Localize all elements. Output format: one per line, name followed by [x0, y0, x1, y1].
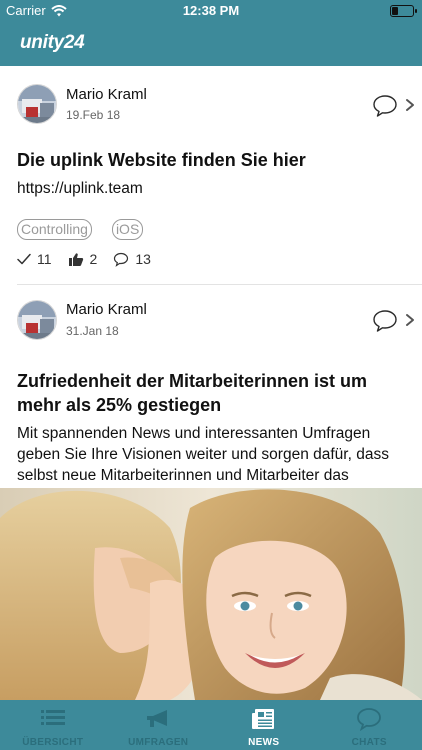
avatar: [17, 84, 57, 124]
status-time: 12:38 PM: [182, 3, 240, 18]
chat-bubble-icon: [357, 708, 382, 731]
post-header: Mario Kraml 19.Feb 18: [0, 66, 422, 140]
post-date: 31.Jan 18: [66, 324, 119, 338]
post-image[interactable]: [0, 488, 422, 700]
tab-label: UMFRAGEN: [128, 737, 189, 748]
news-feed[interactable]: Mario Kraml 19.Feb 18 Die uplink Website…: [0, 66, 422, 700]
tab-uebersicht[interactable]: ÜBERSICHT: [0, 700, 106, 750]
like-count[interactable]: 2: [68, 251, 98, 267]
tag-list: Controlling iOS: [17, 219, 405, 240]
comment-bubble-icon[interactable]: [372, 94, 398, 118]
post-title[interactable]: Die uplink Website finden Sie hier: [17, 148, 405, 172]
read-count: 11: [17, 251, 52, 267]
tab-label: NEWS: [248, 737, 280, 748]
tab-chats[interactable]: CHATS: [317, 700, 422, 750]
tag-badge[interactable]: Controlling: [17, 219, 92, 240]
status-bar: Carrier 12:38 PM: [0, 0, 422, 22]
app-logo: unity24: [20, 32, 85, 53]
comment-count-value: 13: [135, 251, 151, 267]
tab-umfragen[interactable]: UMFRAGEN: [106, 700, 212, 750]
post-date: 19.Feb 18: [66, 108, 121, 122]
post-author: Mario Kraml: [66, 301, 147, 318]
nav-bar: unity24: [0, 22, 422, 66]
like-count-value: 2: [89, 251, 98, 267]
avatar-photo-icon: [18, 85, 56, 123]
list-icon: [40, 710, 65, 725]
tag-badge[interactable]: iOS: [111, 219, 144, 240]
megaphone-icon: [147, 710, 168, 727]
checkmark-icon: [17, 253, 31, 265]
battery-level: [392, 7, 398, 15]
tab-label: ÜBERSICHT: [22, 737, 84, 748]
news-post[interactable]: Mario Kraml 19.Feb 18 Die uplink Website…: [0, 66, 422, 285]
post-header: Mario Kraml 31.Jan 18: [0, 285, 422, 349]
post-stats: 11 2 13: [17, 249, 405, 269]
tab-news[interactable]: NEWS: [211, 700, 317, 750]
read-count-value: 11: [37, 251, 52, 267]
chevron-right-icon[interactable]: [404, 313, 416, 327]
avatar-photo-icon: [18, 301, 56, 339]
post-link[interactable]: https://uplink.team: [17, 178, 405, 199]
newspaper-icon: [251, 709, 274, 729]
comment-bubble-icon[interactable]: [372, 309, 398, 333]
comment-count[interactable]: 13: [113, 251, 151, 267]
comment-icon: [114, 252, 129, 267]
avatar: [17, 300, 57, 340]
tab-label: CHATS: [351, 737, 387, 748]
post-author: Mario Kraml: [66, 86, 147, 103]
battery-icon: [390, 5, 417, 17]
post-title[interactable]: Zufriedenheit der Mitarbeiterinnen ist u…: [17, 369, 405, 417]
chevron-right-icon[interactable]: [404, 98, 416, 112]
news-post[interactable]: Mario Kraml 31.Jan 18 Zufriedenheit der …: [0, 285, 422, 507]
tab-bar: ÜBERSICHT UMFRAGEN NEWS CHATS: [0, 700, 422, 750]
thumbs-up-icon[interactable]: [68, 252, 84, 267]
